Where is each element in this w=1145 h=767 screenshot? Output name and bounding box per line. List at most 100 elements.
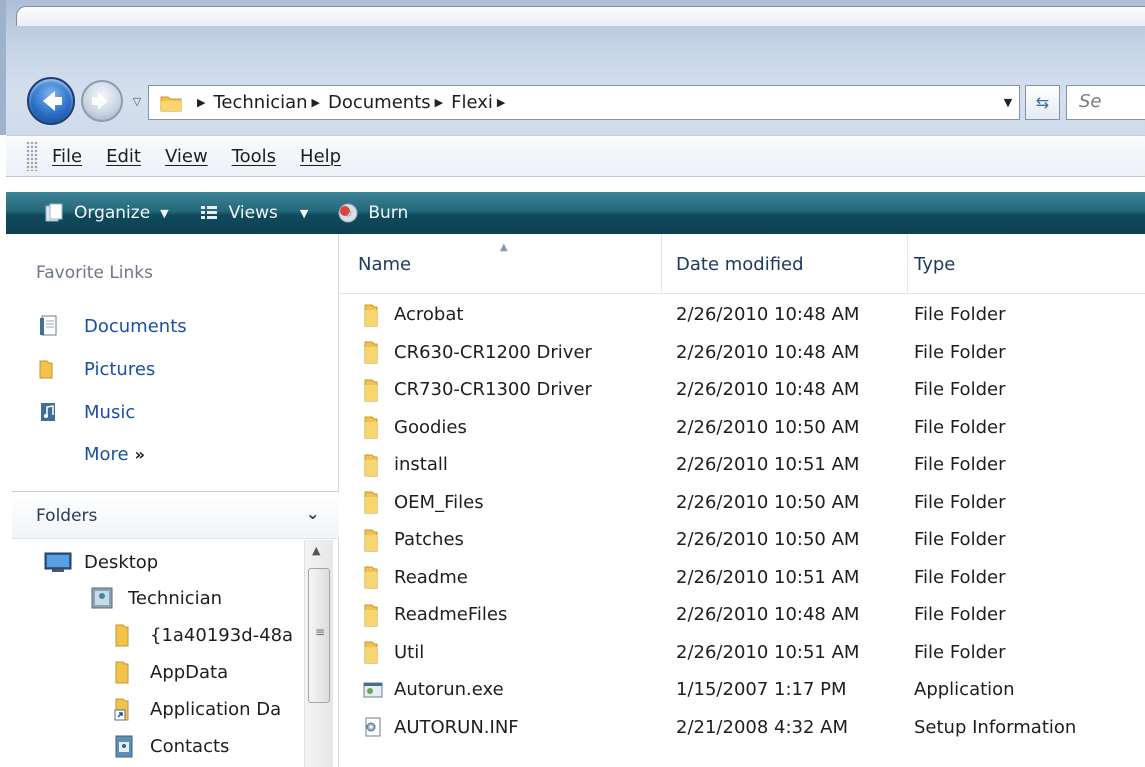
burn-button[interactable]: Burn [336,201,408,225]
forward-button[interactable] [81,80,123,122]
scroll-up-arrow-icon[interactable]: ▲ [312,544,320,557]
menu-file[interactable]: File [42,146,92,167]
file-row[interactable]: Goodies 2/26/2010 10:50 AM File Folder [340,409,1145,446]
column-header-type[interactable]: Type [908,234,1145,294]
file-type-cell: File Folder [914,341,1006,363]
folder-icon [360,414,386,440]
menu-grip-handle[interactable] [26,141,38,171]
breadcrumb-separator-icon[interactable]: ▶ [497,96,505,109]
file-name: Acrobat [394,304,464,325]
breadcrumb-separator-icon[interactable]: ▶ [435,96,443,109]
views-button[interactable]: Views ▼ [197,201,308,225]
folder-icon [360,452,386,478]
file-date-cell: 2/26/2010 10:51 AM [676,641,860,663]
tree-item-application-data[interactable]: Application Da [110,691,281,727]
organize-button[interactable]: Organize ▼ [42,201,169,225]
file-row[interactable]: Readme 2/26/2010 10:51 AM File Folder [340,559,1145,596]
folder-icon [360,489,386,515]
file-name: ReadmeFiles [394,604,508,625]
contacts-icon [110,732,138,760]
title-bar [16,6,1145,26]
breadcrumb-separator-icon[interactable]: ▶ [312,96,320,109]
file-name-cell[interactable]: CR730-CR1300 Driver [360,371,660,408]
column-header-date-modified[interactable]: Date modified [662,234,908,294]
file-type-cell: Application [914,679,1015,700]
file-name-cell[interactable]: Util [360,634,660,671]
file-row[interactable]: Patches 2/26/2010 10:50 AM File Folder [340,521,1145,558]
favorite-link-documents[interactable]: Documents [36,310,187,342]
documents-icon [36,313,62,339]
file-row[interactable]: install 2/26/2010 10:51 AM File Folder [340,446,1145,483]
menu-help[interactable]: Help [290,146,351,167]
file-row[interactable]: Autorun.exe 1/15/2007 1:17 PM Application [340,671,1145,708]
menu-bar: File Edit View Tools Help [6,135,1145,177]
folders-header[interactable]: Folders ⌄ [12,491,339,539]
search-input[interactable]: Se [1066,85,1145,120]
file-name-cell[interactable]: AUTORUN.INF [360,709,660,746]
file-row[interactable]: CR630-CR1200 Driver 2/26/2010 10:48 AM Fil… [340,334,1145,371]
file-name: CR630-CR1200 Driver [394,341,592,363]
file-date-cell: 2/21/2008 4:32 AM [676,716,849,738]
shortcut-folder-icon [110,695,138,723]
file-name: Patches [394,529,464,550]
file-name: Util [394,641,425,663]
tree-item-technician[interactable]: Technician [88,580,222,616]
menu-edit[interactable]: Edit [96,146,151,167]
file-name-cell[interactable]: Readme [360,559,660,596]
file-row[interactable]: AUTORUN.INF 2/21/2008 4:32 AM Setup Inform… [340,709,1145,746]
folder-icon [110,621,138,649]
column-header-name[interactable]: ▲ Name [340,234,662,294]
refresh-button[interactable]: ⇆ [1025,85,1060,120]
file-name-cell[interactable]: Autorun.exe [360,671,660,708]
favorite-link-pictures[interactable]: Pictures [36,353,155,385]
double-chevron-right-icon: » [134,445,145,464]
tree-item-contacts[interactable]: Contacts [110,728,229,764]
user-folder-icon [88,584,116,612]
breadcrumb-flexi[interactable]: Flexi ▶ [451,86,513,119]
scroll-grip-icon: ≡ [315,625,325,639]
menu-tools[interactable]: Tools [222,146,286,167]
application-icon [360,677,386,703]
file-name-cell[interactable]: Goodies [360,409,660,446]
file-name-cell[interactable]: Patches [360,521,660,558]
folder-icon [360,602,386,628]
chevron-down-icon[interactable]: ⌄ [306,504,319,523]
breadcrumb-root-separator[interactable]: ▶ [193,86,213,119]
file-row[interactable]: ReadmeFiles 2/26/2010 10:48 AM File Folder [340,596,1145,633]
file-type-cell: File Folder [914,379,1006,400]
file-name-cell[interactable]: install [360,446,660,483]
file-row[interactable]: OEM_Files 2/26/2010 10:50 AM File Folder [340,484,1145,521]
tree-item-guid-folder[interactable]: {1a40193d-48a [110,617,293,653]
recent-pages-chevron-down-icon[interactable]: ▽ [128,95,146,109]
address-bar[interactable]: ▶ Technician ▶ Documents ▶ Flexi ▶ ▼ [148,85,1020,120]
address-history-chevron-down-icon[interactable]: ▼ [1001,96,1015,110]
file-name: Autorun.exe [394,679,504,700]
file-name-cell[interactable]: CR630-CR1200 Driver [360,334,660,371]
back-button[interactable] [27,77,75,125]
more-favorites-link[interactable]: More» [84,444,145,465]
file-name: AUTORUN.INF [394,716,519,738]
folder-icon [360,564,386,590]
file-type-cell: File Folder [914,529,1006,550]
views-chevron-down-icon[interactable]: ▼ [300,207,308,220]
menu-view[interactable]: View [155,146,218,167]
file-name: Readme [394,566,468,588]
tree-item-desktop[interactable]: Desktop [44,544,158,580]
file-row[interactable]: Util 2/26/2010 10:51 AM File Folder [340,634,1145,671]
folder-tree-scrollbar[interactable]: ▲ ≡ [304,540,333,767]
file-name-cell[interactable]: Acrobat [360,296,660,333]
scrollbar-thumb[interactable]: ≡ [308,568,330,703]
file-type-cell: File Folder [914,491,1006,513]
folder-icon [110,658,138,686]
breadcrumb-technician[interactable]: Technician ▶ [213,86,328,119]
pictures-folder-icon [36,356,62,382]
file-name-cell[interactable]: ReadmeFiles [360,596,660,633]
views-icon [197,201,221,225]
favorite-link-music[interactable]: Music [36,396,135,428]
file-row[interactable]: Acrobat 2/26/2010 10:48 AM File Folder [340,296,1145,333]
breadcrumb-documents[interactable]: Documents ▶ [328,86,451,119]
tree-item-appdata[interactable]: AppData [110,654,228,690]
forward-arrow-icon [92,92,108,110]
file-row[interactable]: CR730-CR1300 Driver 2/26/2010 10:48 AM Fil… [340,371,1145,408]
file-name-cell[interactable]: OEM_Files [360,484,660,521]
